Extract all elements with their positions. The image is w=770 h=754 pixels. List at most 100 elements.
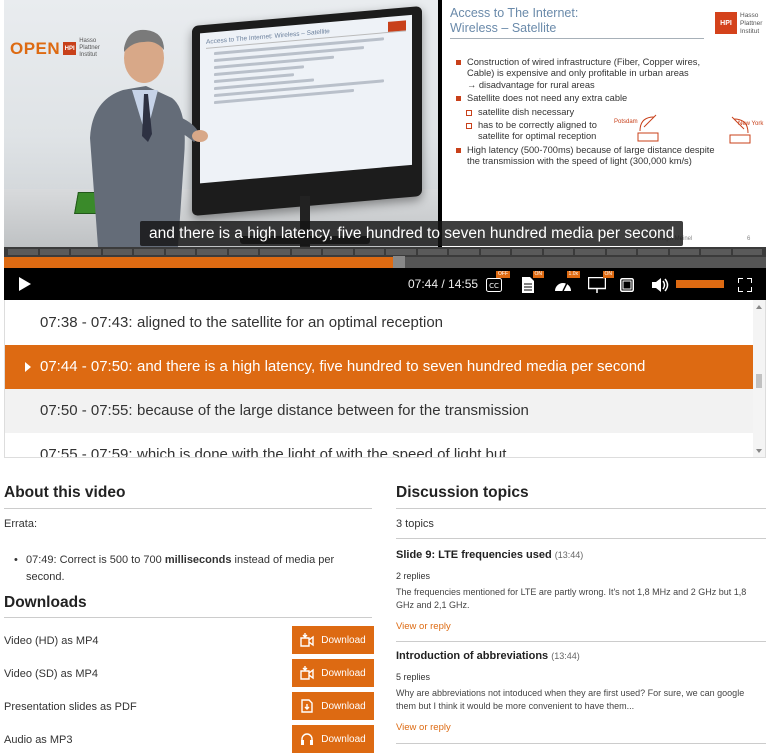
slide-hpi-text: Hasso Plattner Institut [740, 12, 763, 35]
picture-in-picture-icon [620, 278, 634, 292]
download-video-sd-button[interactable]: Download [292, 659, 374, 687]
transcript-badge: ON [532, 271, 544, 278]
view-or-reply-link[interactable]: View or reply [396, 722, 451, 733]
topic-title-text: Introduction of abbreviations [396, 650, 549, 662]
diagram-label-new-york: New York [738, 121, 764, 127]
slides-icon [587, 276, 607, 293]
about-divider [4, 508, 372, 509]
transcript-time: 07:44 - 07:50: [40, 358, 133, 375]
topic-title-text: Slide 9: LTE frequencies used [396, 549, 552, 561]
transcript-icon [522, 277, 534, 293]
download-button-label: Download [321, 634, 366, 646]
fullscreen-icon [737, 277, 753, 293]
transcript-row[interactable]: 07:50 - 07:55: because of the large dist… [5, 389, 753, 433]
video-player[interactable]: OPEN HPI Hasso Plattner Institut Access … [4, 0, 766, 300]
pdf-download-icon [301, 699, 313, 713]
scroll-down-icon[interactable] [756, 449, 762, 453]
fullscreen-button[interactable] [737, 275, 754, 293]
slide-hpi-badge: HPI [715, 12, 737, 34]
scroll-up-icon[interactable] [756, 305, 762, 309]
satellite-diagram: Potsdam New York [614, 113, 764, 153]
smartboard-screen: Access to The Internet: Wireless – Satel… [200, 14, 412, 184]
video-subtitle: and there is a high latency, five hundre… [140, 221, 684, 246]
download-label: Audio as MP3 [4, 734, 73, 746]
transcript-text: because of the large distance between fo… [137, 402, 529, 419]
transcript-row-active[interactable]: 07:44 - 07:50: and there is a high laten… [5, 345, 753, 389]
picture-in-picture-button[interactable] [620, 275, 636, 293]
transcript-time: 07:50 - 07:55: [40, 402, 133, 419]
topic-divider [396, 743, 766, 744]
volume-button[interactable] [652, 275, 670, 293]
errata-label: Errata: [4, 518, 38, 530]
topic-title[interactable]: Introduction of abbreviations (13:44) [396, 650, 580, 662]
download-button-label: Download [321, 667, 366, 679]
download-row: Presentation slides as PDF Download [4, 692, 374, 722]
volume-slider[interactable] [676, 280, 724, 288]
topic-title[interactable]: Slide 9: LTE frequencies used (13:44) [396, 549, 583, 561]
discussion-title: Discussion topics [396, 484, 529, 501]
volume-icon [652, 278, 669, 292]
download-row: Video (HD) as MP4 Download [4, 626, 374, 656]
transcript-panel[interactable]: 07:38 - 07:43: aligned to the satellite … [4, 300, 766, 458]
video-download-icon [300, 666, 314, 680]
download-label: Video (SD) as MP4 [4, 668, 98, 680]
download-button-label: Download [321, 733, 366, 745]
progress-fill [4, 257, 400, 268]
downloads-title: Downloads [4, 594, 87, 611]
lecturer-video[interactable]: OPEN HPI Hasso Plattner Institut Access … [4, 0, 438, 247]
topic-count: 3 topics [396, 518, 434, 530]
scroll-thumb[interactable] [756, 374, 762, 388]
progress-bar[interactable] [4, 256, 766, 269]
transcript-row[interactable]: 07:55 - 07:59: which is done with the li… [5, 433, 753, 458]
chapter-thumbnail-strip[interactable] [4, 247, 766, 257]
transcript-time: 07:38 - 07:43: [40, 314, 133, 331]
smartboard: Access to The Internet: Wireless – Satel… [192, 5, 422, 217]
download-audio-mp3-button[interactable]: Download [292, 725, 374, 753]
player-controls: 07:44 / 14:55 CC OFF ON 1.0x ON [4, 268, 766, 300]
slide-view[interactable]: Access to The Internet: Wireless – Satel… [442, 0, 766, 247]
slides-button[interactable]: ON [587, 271, 614, 293]
playback-speed-button[interactable]: 1.0x [554, 271, 580, 293]
errata-item: 07:49: Correct is 500 to 700 millisecond… [14, 552, 344, 586]
discussion-divider [396, 508, 766, 509]
slide-hpi-logo: HPI Hasso Plattner Institut [715, 12, 762, 36]
caret-right-icon [25, 362, 31, 372]
smartboard-hpi-logo [388, 20, 406, 32]
topic-replies: 2 replies [396, 571, 431, 581]
topic-timestamp: (13:44) [551, 651, 580, 661]
satellite-dish-icon [729, 116, 751, 144]
transcript-text: aligned to the satellite for an optimal … [137, 314, 444, 331]
download-button-label: Download [321, 700, 366, 712]
download-label: Video (HD) as MP4 [4, 635, 99, 647]
slide-bullet: Satellite does not need any extra cable [456, 93, 736, 104]
audio-download-icon [301, 733, 314, 745]
transcript-time: 07:55 - 07:59: [40, 446, 133, 458]
satellite-dish-icon [637, 114, 659, 142]
download-slides-pdf-button[interactable]: Download [292, 692, 374, 720]
topic-body: Why are abbreviations not intoduced when… [396, 688, 745, 711]
download-video-hd-button[interactable]: Download [292, 626, 374, 654]
slide-bullet: Construction of wired infrastructure (Fi… [456, 57, 736, 91]
topic-timestamp: (13:44) [554, 550, 584, 560]
cc-badge: OFF [496, 271, 510, 278]
closed-captions-button[interactable]: CC OFF [486, 271, 510, 293]
transcript-scrollbar[interactable] [753, 300, 765, 457]
view-or-reply-link[interactable]: View or reply [396, 621, 451, 632]
play-icon[interactable] [16, 276, 32, 292]
slide-page-number: 6 [747, 236, 751, 242]
slide-title: Access to The Internet: Wireless – Satel… [450, 6, 579, 35]
topic-replies: 5 replies [396, 672, 431, 682]
transcript-row[interactable]: 07:38 - 07:43: aligned to the satellite … [5, 301, 753, 345]
slide-title-rule [450, 38, 704, 39]
slides-badge: ON [602, 271, 614, 278]
topics-divider [396, 538, 766, 539]
transcript-button[interactable]: ON [522, 271, 544, 293]
download-row: Audio as MP3 Download [4, 725, 374, 754]
time-display: 07:44 / 14:55 [408, 277, 479, 291]
closed-captions-icon: CC [486, 278, 502, 292]
diagram-label-potsdam: Potsdam [614, 119, 638, 125]
transcript-text: and there is a high latency, five hundre… [137, 358, 646, 375]
open-logo-text: OPEN [10, 38, 61, 58]
downloads-divider [4, 617, 372, 618]
speed-icon [555, 282, 571, 292]
